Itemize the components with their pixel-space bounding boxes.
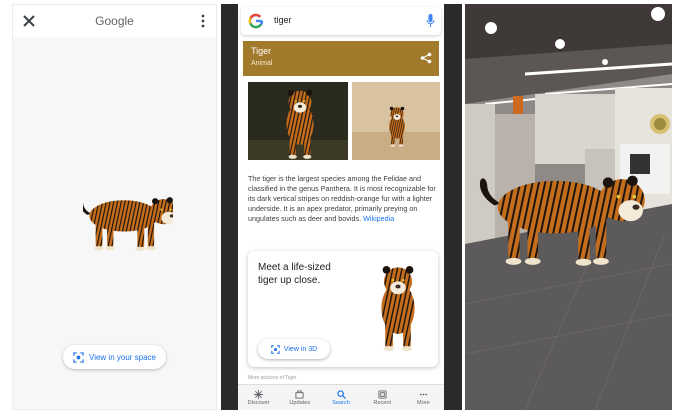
phone-screen: tiger Tiger Animal The tiger is the larg… xyxy=(238,4,444,410)
recent-icon xyxy=(378,389,387,399)
nav-more[interactable]: More xyxy=(403,385,444,410)
more-results-peek: More pictures of Tiger xyxy=(248,375,297,381)
bottom-nav: Discover Updates Search Recent More xyxy=(238,384,444,410)
google-g-icon xyxy=(248,13,264,29)
nav-label: Search xyxy=(332,399,350,406)
tiger-photo-2[interactable] xyxy=(352,82,440,160)
nav-discover[interactable]: Discover xyxy=(238,385,279,410)
panel-ar-view xyxy=(465,4,672,410)
app-title: Google xyxy=(95,14,134,28)
tiger-3d-model[interactable] xyxy=(83,173,173,273)
wikipedia-link[interactable]: Wikipedia xyxy=(363,214,394,223)
card-title: Tiger xyxy=(251,46,272,56)
share-icon[interactable] xyxy=(420,52,432,64)
nav-label: Updates xyxy=(289,399,311,406)
search-query[interactable]: tiger xyxy=(274,15,292,25)
nav-label: Discover xyxy=(247,399,270,406)
tiger-description: The tiger is the largest species among t… xyxy=(248,174,438,224)
view-in-your-space-label: View in your space xyxy=(89,352,156,362)
discover-icon xyxy=(254,389,264,399)
description-text: The tiger is the largest species among t… xyxy=(248,174,436,223)
view-in-3d-button[interactable]: View in 3D xyxy=(258,339,330,359)
panel-search-results: tiger Tiger Animal The tiger is the larg… xyxy=(221,4,462,410)
tiger-photo-1[interactable] xyxy=(248,82,348,160)
ar-view-icon xyxy=(271,344,280,354)
nav-search[interactable]: Search xyxy=(320,385,361,410)
more-vert-icon[interactable] xyxy=(198,13,208,29)
card-subtitle: Animal xyxy=(251,60,273,67)
updates-icon xyxy=(295,389,304,399)
panel-3d-viewer: Google View in your space xyxy=(12,4,217,410)
tiger-3d-preview[interactable] xyxy=(358,253,438,361)
search-bar[interactable]: tiger xyxy=(241,7,441,35)
knowledge-card-header: Tiger Animal xyxy=(243,41,439,76)
nav-updates[interactable]: Updates xyxy=(279,385,320,410)
view-in-3d-label: View in 3D xyxy=(283,345,318,353)
ar-view-icon xyxy=(73,351,84,363)
microphone-icon[interactable] xyxy=(426,14,435,28)
tiger-ar-model[interactable] xyxy=(475,144,650,279)
life-sized-text: Meet a life-sized tiger up close. xyxy=(258,262,331,286)
more-horiz-icon xyxy=(419,393,428,395)
nav-recent[interactable]: Recent xyxy=(362,385,403,410)
nav-label: More xyxy=(417,399,430,406)
view-in-your-space-button[interactable]: View in your space xyxy=(63,345,166,369)
nav-label: Recent xyxy=(373,399,392,406)
life-sized-card[interactable]: Meet a life-sized tiger up close. View i… xyxy=(248,251,438,367)
viewer-header: Google xyxy=(13,5,216,37)
search-icon xyxy=(336,389,346,399)
